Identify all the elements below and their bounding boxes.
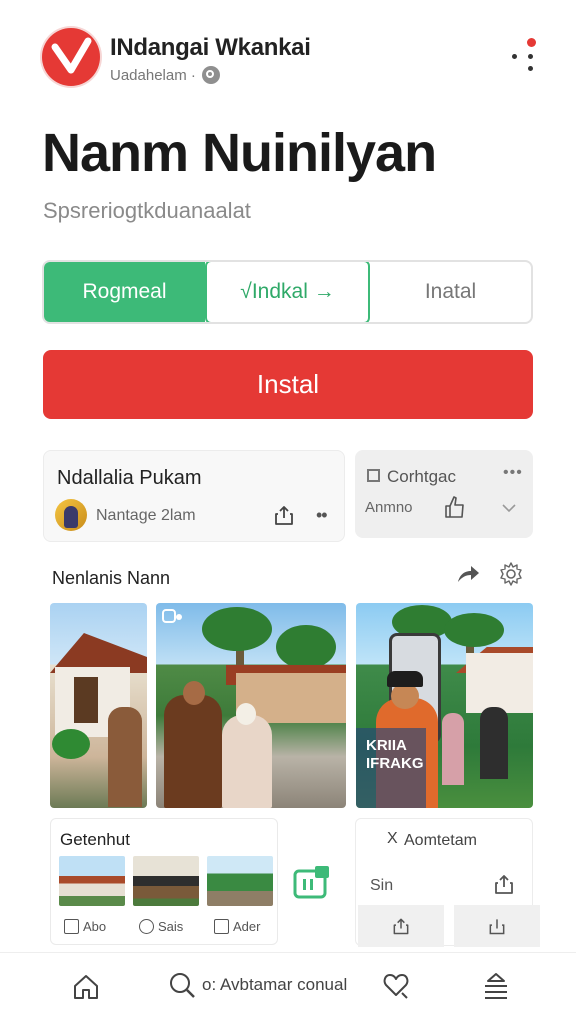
action-label: Ader: [233, 919, 261, 934]
app-header: INdangai Wkankai Uadahelam ·: [0, 0, 576, 100]
segment-option-3[interactable]: Inatal: [370, 262, 531, 322]
featured-card[interactable]: Ndallalia Pukam Nantage 2lam ••: [43, 450, 345, 542]
more-icon[interactable]: •••: [503, 464, 523, 482]
thumb-icon: [214, 919, 229, 934]
save-button[interactable]: [454, 905, 540, 947]
page-tagline: Spsreriogtkduanaalat: [43, 198, 251, 223]
gallery-photo-3[interactable]: KRIIA IFRAKG: [356, 603, 533, 808]
photo-overlay-text: KRIIA IFRAKG: [366, 737, 424, 772]
side-card-subtitle: Anmno: [365, 499, 413, 516]
collection-action-1[interactable]: Abo: [64, 919, 106, 934]
action-label: Sais: [158, 919, 184, 934]
install-button[interactable]: Instal: [43, 350, 533, 419]
app-logo-icon: [42, 28, 100, 86]
bookmark-icon: [489, 919, 505, 935]
more-icon[interactable]: ••: [316, 505, 328, 526]
search-nav-label[interactable]: o: Avbtamar conual: [202, 975, 347, 995]
thumb-icon: [64, 919, 79, 934]
collection-action-2[interactable]: Sais: [139, 919, 183, 934]
globe-icon: [201, 66, 220, 84]
share-icon[interactable]: [272, 503, 296, 527]
gallery-photo-2[interactable]: [156, 603, 346, 808]
page-title: Nanm Nuinilyan: [42, 123, 437, 183]
share-icon[interactable]: [492, 872, 516, 896]
gear-icon[interactable]: [498, 561, 524, 587]
collection-card-title: Getenhut: [60, 830, 130, 849]
featured-card-title: Ndallalia Pukam: [57, 467, 202, 489]
app-switch-icon[interactable]: [293, 865, 331, 899]
bottom-navigation: o: Avbtamar conual: [0, 952, 576, 1024]
gallery-title: Nenlanis Nann: [52, 568, 171, 588]
side-detail-title: Aomtetam: [404, 832, 477, 849]
side-card[interactable]: Corhtgac ••• Anmno: [355, 450, 533, 538]
menu-icon[interactable]: [482, 971, 510, 1001]
circle-icon: [139, 919, 154, 934]
search-icon[interactable]: [168, 971, 196, 999]
side-card-title: Corhtgac: [387, 467, 456, 486]
home-icon[interactable]: [72, 973, 100, 1001]
featured-card-author: Nantage 2lam: [96, 507, 196, 524]
side-detail-subtitle: Sin: [370, 877, 394, 894]
thumb-icon[interactable]: [443, 494, 467, 520]
segment-option-1[interactable]: Rogmeal: [44, 262, 205, 322]
segment-option-2[interactable]: √Indkal →: [205, 262, 370, 322]
media-badge-icon: [162, 609, 182, 623]
more-options-icon[interactable]: [506, 36, 542, 76]
heart-icon[interactable]: [382, 971, 410, 999]
publisher-label: Uadahelam ·: [110, 66, 196, 84]
app-subtitle: Uadahelam ·: [110, 66, 220, 84]
collection-thumbnail-2[interactable]: [133, 856, 199, 906]
notification-dot: [527, 38, 536, 47]
collection-card[interactable]: Getenhut Abo Sais Ader: [50, 818, 278, 945]
side-detail-card[interactable]: X Aomtetam Sin: [355, 818, 540, 947]
segment-control: Rogmeal √Indkal → Inatal: [42, 260, 533, 324]
share-button[interactable]: [358, 905, 444, 947]
app-name: INdangai Wkankai: [110, 34, 311, 61]
action-label: Abo: [83, 919, 107, 934]
share-icon: [393, 918, 409, 935]
chevron-down-icon[interactable]: [501, 500, 517, 516]
collection-action-3[interactable]: Ader: [214, 919, 260, 934]
forward-icon[interactable]: [456, 563, 480, 585]
close-icon[interactable]: X: [387, 830, 398, 848]
avatar: [55, 499, 87, 531]
collection-thumbnail-3[interactable]: [207, 856, 273, 906]
gallery-photo-1[interactable]: [50, 603, 147, 808]
checkbox-icon[interactable]: [367, 469, 380, 482]
collection-thumbnail-1[interactable]: [59, 856, 125, 906]
